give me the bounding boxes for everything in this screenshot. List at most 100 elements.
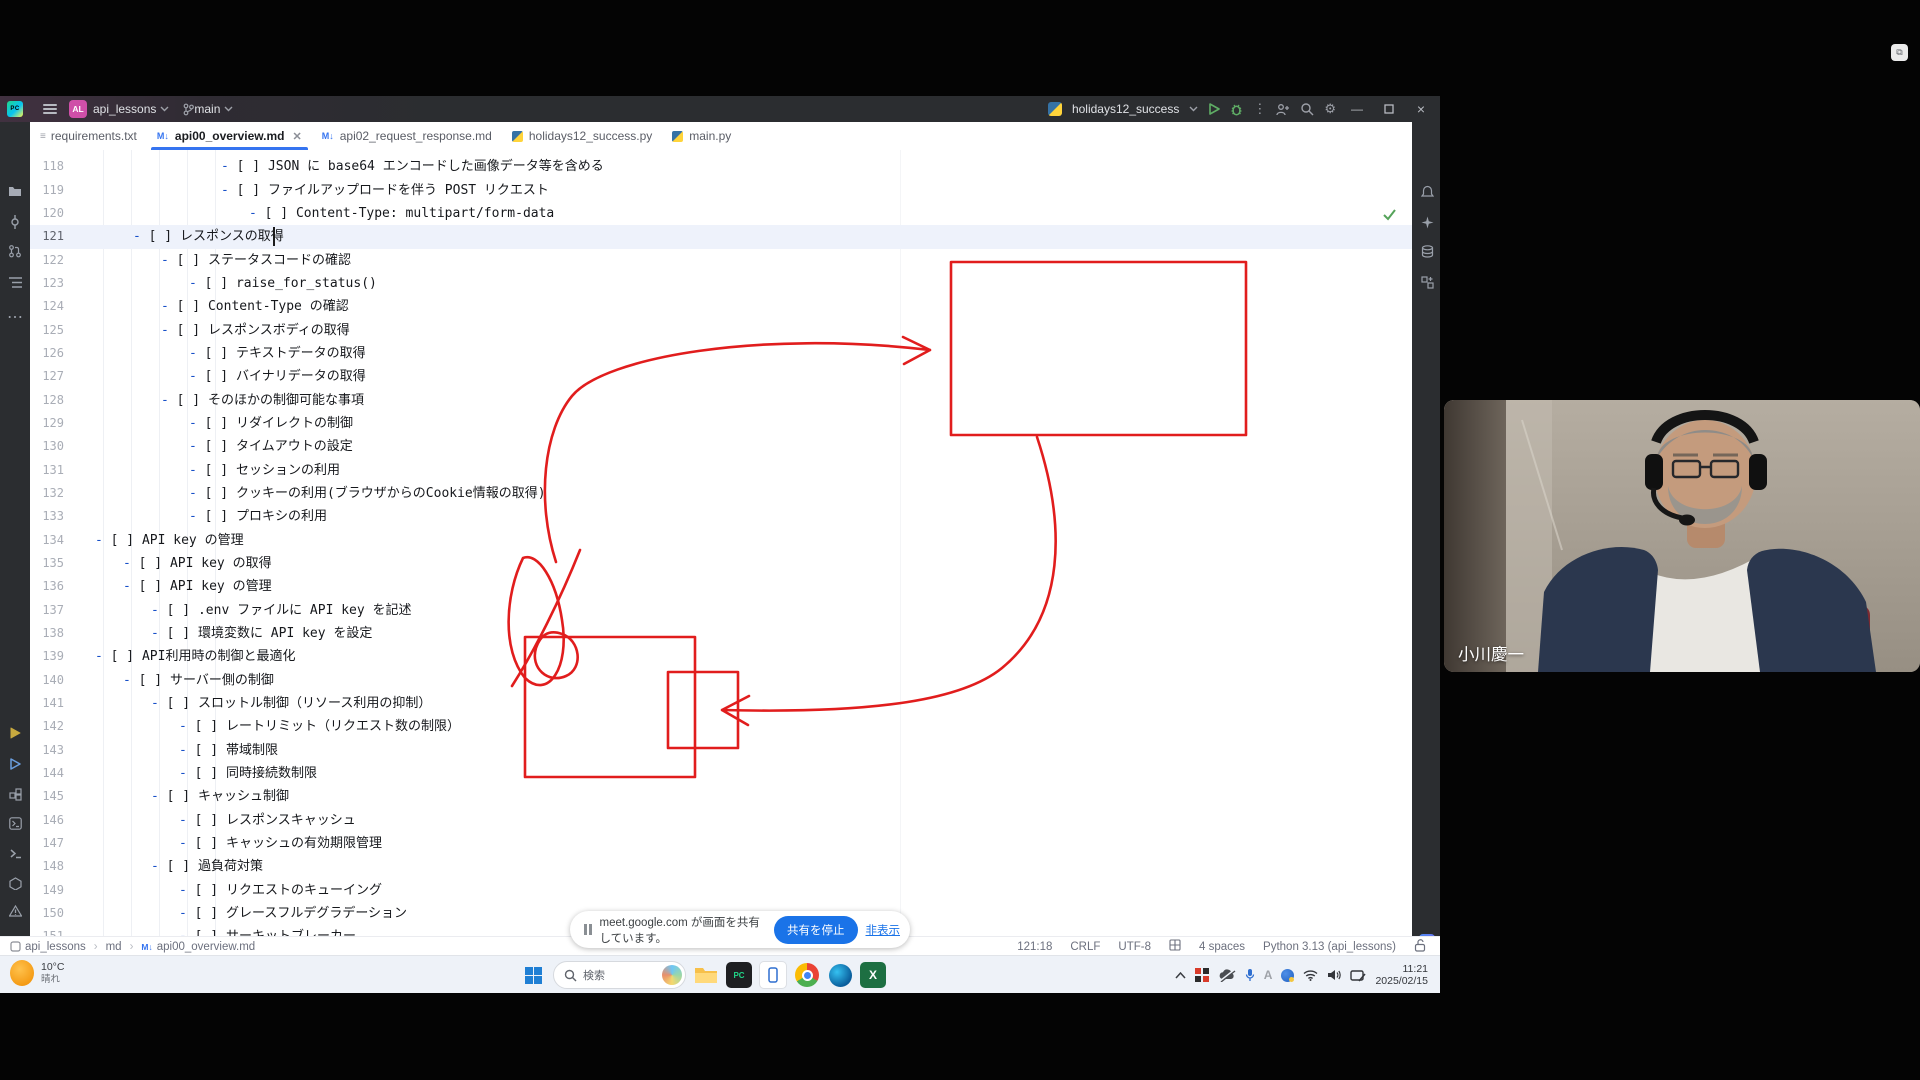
chevron-down-icon [224,98,233,120]
minimize-button[interactable]: — [1346,102,1368,116]
debug-button[interactable] [1230,98,1243,120]
python-console-icon[interactable] [0,811,30,835]
problems-icon[interactable] [0,899,30,923]
more-tool-windows-icon[interactable]: ⋯ [0,305,30,329]
pause-icon [584,924,592,935]
indent-setting[interactable]: 4 spaces [1199,941,1245,953]
branch-name[interactable]: main [194,102,220,116]
editor-line: 125- [ ] レスポンスボディの取得 [30,319,1412,342]
hide-share-bar-link[interactable]: 非表示 [866,922,901,938]
project-folder-icon[interactable] [0,179,30,203]
pycharm-logo-icon[interactable]: PC [7,101,23,117]
grid-icon[interactable] [1169,939,1181,954]
editor-line: 126- [ ] テキストデータの取得 [30,342,1412,365]
run-button[interactable] [1208,98,1220,120]
project-name[interactable]: api_lessons [93,102,156,116]
left-tool-strip: ⋯ [0,122,30,936]
search-icon[interactable] [1300,98,1314,120]
editor-pane[interactable]: 118- [ ] JSON に base64 エンコードした画像データ等を含める… [30,150,1412,936]
explorer-icon[interactable] [693,962,719,988]
line-ending[interactable]: CRLF [1070,941,1100,953]
widget-icon[interactable] [1195,968,1209,982]
volume-icon[interactable] [1327,969,1341,981]
editor-line: 124- [ ] Content-Type の確認 [30,295,1412,318]
tab-api00_overview.md[interactable]: M↓api00_overview.md✕ [147,122,312,150]
taskbar-search-input[interactable]: 検索 [553,961,686,989]
tray-chevron-icon[interactable] [1175,972,1186,979]
editor-line: 148- [ ] 過負荷対策 [30,855,1412,878]
settings-gear-icon[interactable]: ⚙ [1324,98,1336,120]
run-tool-icon[interactable] [0,721,30,745]
excel-icon[interactable]: X [860,962,886,988]
breadcrumb[interactable]: api_lessons› md› M↓ api00_overview.md [0,941,255,953]
editor-line: 140- [ ] サーバー側の制御 [30,669,1412,692]
pull-requests-icon[interactable] [0,239,30,263]
editor-line: 130- [ ] タイムアウトの設定 [30,435,1412,458]
tab-main.py[interactable]: main.py [662,122,741,150]
pycharm-icon[interactable]: PC [726,962,752,988]
editor-line: 129- [ ] リダイレクトの制御 [30,412,1412,435]
close-icon[interactable]: ✕ [293,130,302,143]
editor-line: 136- [ ] API key の管理 [30,575,1412,598]
copilot-icon[interactable] [662,965,682,985]
maximize-button[interactable] [1378,104,1400,114]
notifications-icon[interactable] [1412,179,1440,203]
editor-line: 143- [ ] 帯域制限 [30,739,1412,762]
unlock-icon[interactable] [1414,939,1426,955]
main-menu-icon[interactable] [43,104,57,114]
share-notification-bar: meet.google.com が画面を共有しています。 共有を停止 非表示 [570,911,910,948]
chrome-icon[interactable] [794,962,820,988]
phone-link-icon[interactable] [759,961,787,989]
start-button[interactable] [520,962,546,988]
services-icon[interactable] [0,871,30,895]
editor-line: 127- [ ] バイナリデータの取得 [30,365,1412,388]
wifi-icon[interactable] [1303,969,1318,981]
taskbar-clock[interactable]: 11:21 2025/02/15 [1375,963,1428,988]
interpreter[interactable]: Python 3.13 (api_lessons) [1263,941,1396,953]
editor-tab-bar: ≡requirements.txtM↓api00_overview.md✕M↓a… [30,122,1412,151]
stop-sharing-button[interactable]: 共有を停止 [774,916,858,944]
editor-line: 141- [ ] スロットル制御（リソース利用の抑制） [30,692,1412,715]
chevron-down-icon[interactable] [1189,98,1198,120]
onedrive-paused-icon[interactable] [1218,969,1236,982]
taskbar-weather-widget[interactable]: 10°C晴れ [10,960,64,986]
tab-holidays12_success.py[interactable]: holidays12_success.py [502,122,662,150]
editor-line: 121- [ ] レスポンスの取得 [30,225,1412,248]
structure-icon[interactable] [0,270,30,294]
ai-assistant-icon[interactable] [1412,210,1440,234]
plugins-icon[interactable] [1412,270,1440,294]
ime-a-icon[interactable]: A [1264,968,1273,982]
editor-line: 128- [ ] そのほかの制御可能な事項 [30,389,1412,412]
editor-line: 120- [ ] Content-Type: multipart/form-da… [30,202,1412,225]
database-icon[interactable] [1412,239,1440,263]
run-configuration[interactable]: holidays12_success [1072,102,1179,116]
markdown-icon: M↓ [157,131,169,141]
language-ball-icon[interactable] [1281,969,1294,982]
markdown-icon: M↓ [141,942,152,952]
python-packages-icon[interactable] [0,782,30,806]
debug-tool-icon[interactable] [0,752,30,776]
caret-position[interactable]: 121:18 [1017,941,1052,953]
tab-requirements.txt[interactable]: ≡requirements.txt [30,122,147,150]
terminal-icon[interactable] [0,841,30,865]
screen-share-tile: PC AL api_lessons main holidays12_succes… [0,96,1440,993]
search-icon [564,969,577,982]
code-with-me-icon[interactable] [1276,98,1290,120]
share-message: meet.google.com が画面を共有しています。 [600,914,767,946]
project-icon [10,941,21,952]
microphone-icon[interactable] [1245,968,1255,982]
tab-api02_request_response.md[interactable]: M↓api02_request_response.md [312,122,502,150]
pen-device-icon[interactable] [1350,969,1366,982]
encoding[interactable]: UTF-8 [1118,941,1151,953]
headphone-cup [1645,454,1663,490]
participant-video [1444,400,1920,672]
inspection-ok-icon[interactable] [1382,208,1397,225]
close-button[interactable]: × [1410,101,1432,117]
python-icon [672,131,683,142]
more-actions-icon[interactable]: ⋮ [1253,98,1266,120]
markdown-icon: M↓ [322,131,334,141]
commit-icon[interactable] [0,210,30,234]
meet-corner-icon[interactable]: ⧉ [1891,44,1908,61]
edge-icon[interactable] [827,962,853,988]
editor-line: 123- [ ] raise_for_status() [30,272,1412,295]
